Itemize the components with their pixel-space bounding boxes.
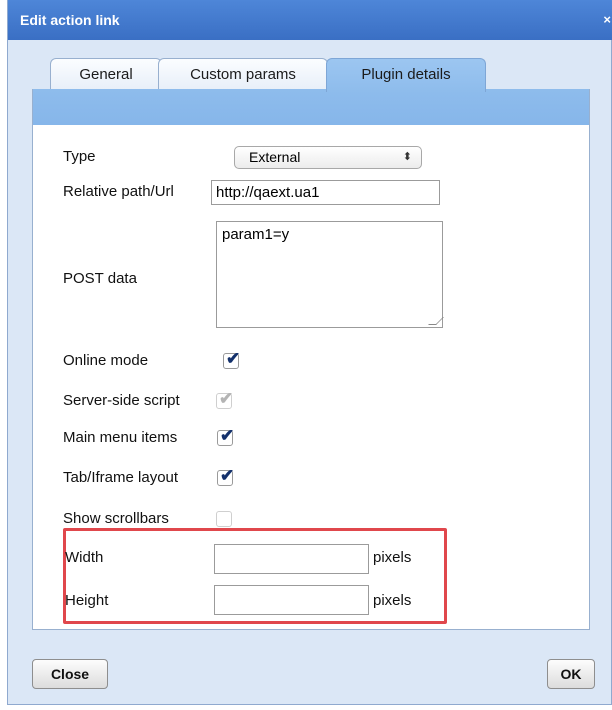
checkmark-icon: ✔ [219,389,234,408]
select-arrows-icon: ⬍ [402,151,412,163]
server-side-checkbox: ✔ [216,389,233,409]
tab-plugin-details[interactable]: Plugin details [326,58,486,92]
ok-button[interactable]: OK [547,659,595,689]
width-unit: pixels [373,549,412,566]
type-select-value: External [249,149,301,165]
close-icon[interactable]: × [603,12,611,27]
width-label: Width [65,549,104,566]
post-data-value: param1=y [222,226,290,243]
main-menu-checkbox[interactable]: ✔ [217,426,234,446]
edit-action-link-dialog: Edit action link × General Custom params… [7,0,612,705]
dialog-titlebar[interactable]: Edit action link × [8,0,612,40]
checkmark-icon: ✔ [226,349,241,368]
show-scrollbars-label: Show scrollbars [63,510,169,527]
type-label: Type [63,148,96,165]
dialog-title: Edit action link [20,12,120,28]
type-select[interactable]: External ⬍ [234,146,422,169]
height-unit: pixels [373,592,412,609]
path-label: Relative path/Url [63,183,174,200]
tab-iframe-checkbox[interactable]: ✔ [217,466,234,486]
tab-bar: General Custom params Plugin details [8,40,612,92]
resize-grip-icon[interactable] [428,317,444,325]
post-data-label: POST data [63,270,137,287]
path-input[interactable] [211,180,440,205]
tab-custom-params[interactable]: Custom params [158,58,328,92]
tab-general[interactable]: General [50,58,162,92]
height-label: Height [65,592,109,609]
checkmark-icon: ✔ [220,466,235,485]
server-side-label: Server-side script [63,392,180,409]
tab-header-band [32,89,590,125]
close-button[interactable]: Close [32,659,108,689]
main-menu-label: Main menu items [63,429,178,446]
tab-iframe-label: Tab/Iframe layout [63,469,179,486]
height-input[interactable] [214,585,369,615]
online-mode-checkbox[interactable]: ✔ [223,349,240,369]
checkmark-icon: ✔ [220,426,235,445]
online-mode-label: Online mode [63,352,149,369]
show-scrollbars-checkbox [216,511,232,527]
plugin-details-panel: Type External ⬍ Relative path/Url POST d… [32,125,590,630]
post-data-textarea[interactable]: param1=y [216,221,444,328]
width-input[interactable] [214,544,369,574]
